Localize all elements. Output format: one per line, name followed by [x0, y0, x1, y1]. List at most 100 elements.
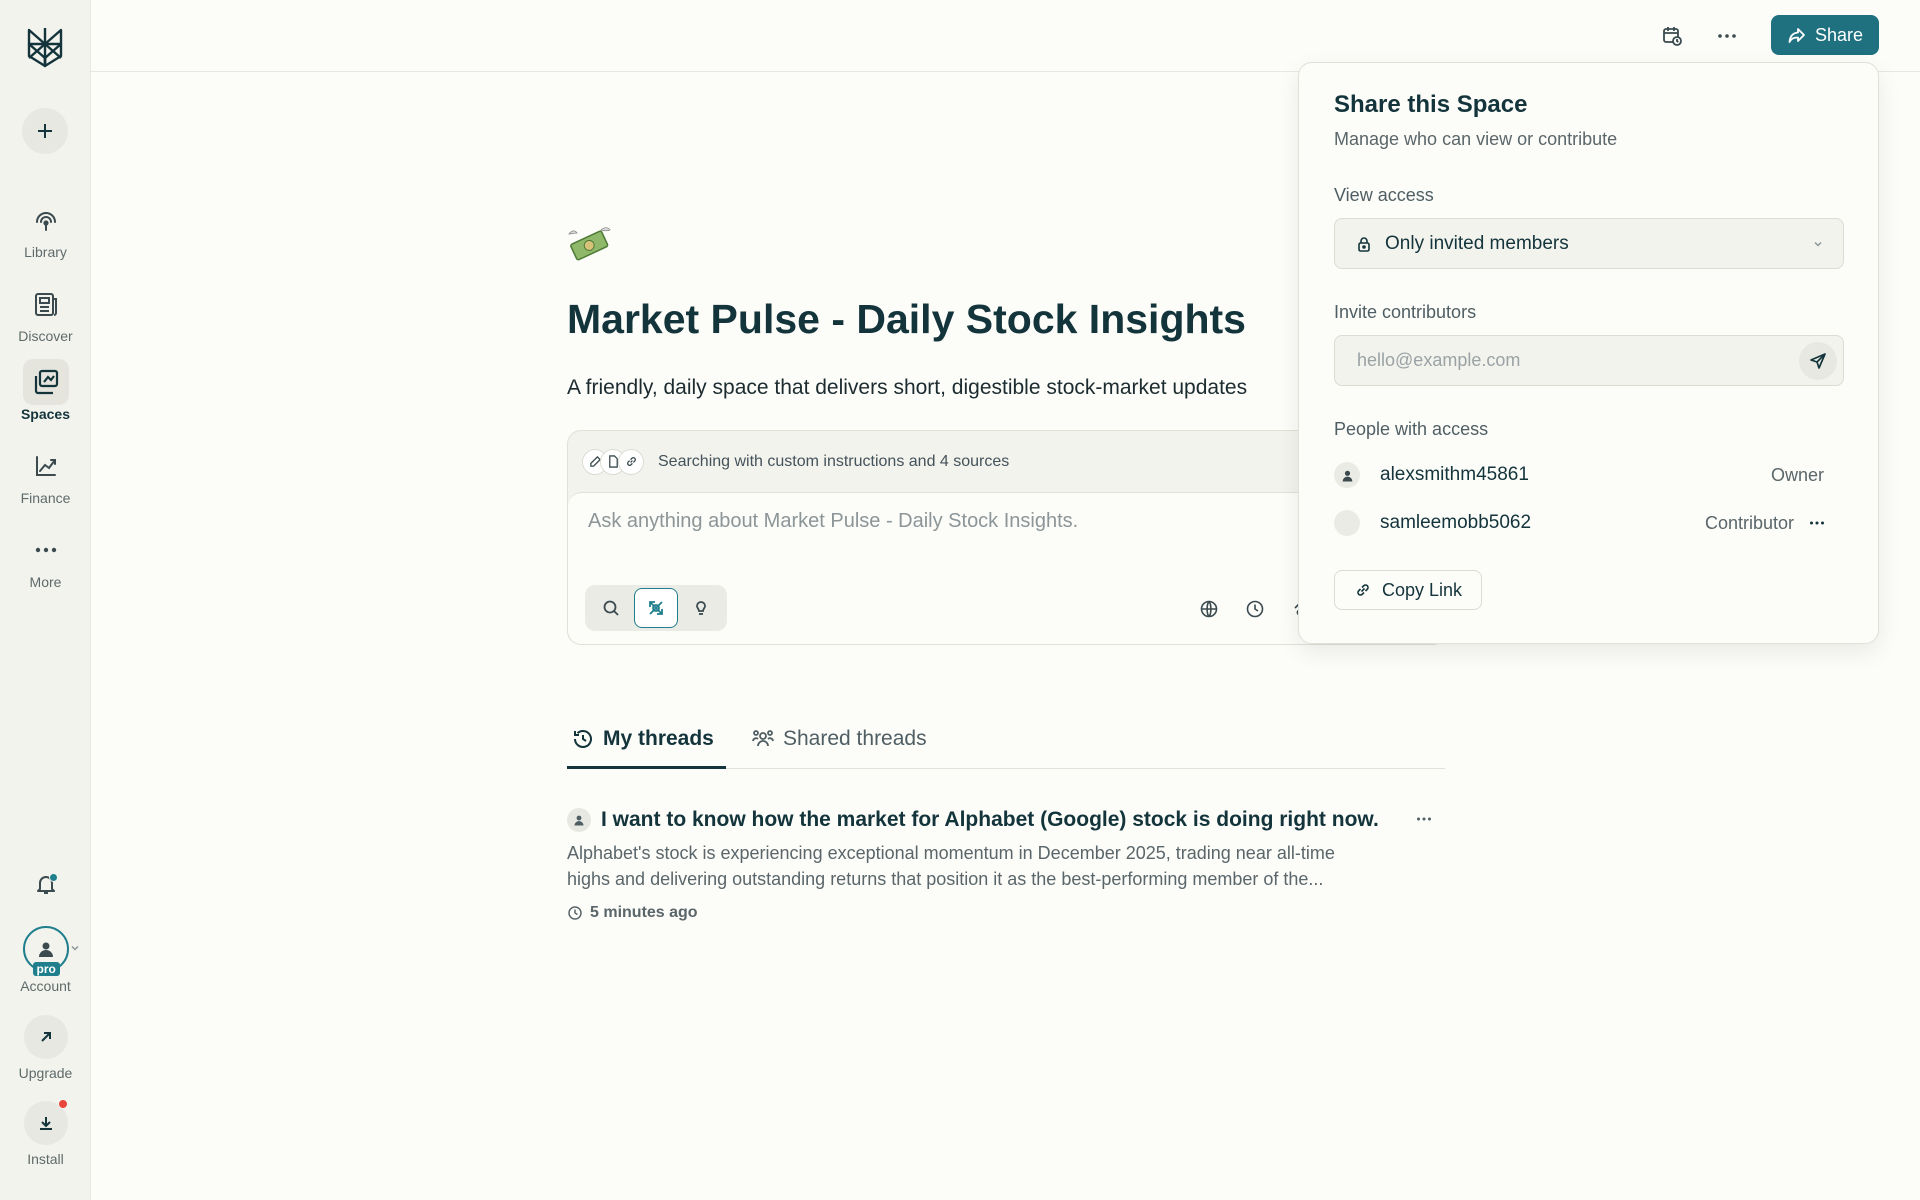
library-icon: [23, 197, 69, 243]
notification-dot: [57, 1099, 68, 1109]
ellipsis-icon: [1718, 34, 1736, 38]
thread-snippet-line: highs and delivering outstanding returns…: [567, 869, 1324, 889]
view-access-label: View access: [1334, 185, 1434, 205]
person-name: alexsmithm45861: [1380, 464, 1529, 485]
sidebar-item-more[interactable]: More: [0, 527, 91, 590]
invite-field-container: [1334, 335, 1844, 386]
space-description: A friendly, daily space that delivers sh…: [567, 376, 1248, 399]
account-button[interactable]: pro Account: [0, 926, 91, 994]
users-icon: [752, 729, 774, 746]
pro-badge: pro: [32, 962, 60, 976]
space-emoji-icon: [566, 222, 612, 268]
person-row: alexsmithm45861 Owner: [1334, 460, 1844, 490]
thread-more-button[interactable]: [1415, 810, 1433, 833]
avatar: [1334, 510, 1360, 536]
spaces-icon: [22, 359, 69, 405]
invite-email-field[interactable]: [1355, 349, 1775, 372]
lock-icon: [1358, 236, 1370, 252]
sidebar-item-discover[interactable]: Discover: [0, 281, 91, 344]
thread-title-row[interactable]: I want to know how the market for Alphab…: [567, 808, 1445, 832]
user-icon: [38, 942, 53, 957]
notifications-button[interactable]: [26, 864, 66, 904]
view-access-select[interactable]: Only invited members: [1334, 218, 1844, 269]
download-icon: [23, 1099, 68, 1145]
sidebar-item-label: Spaces: [20, 406, 71, 422]
labs-mode-button[interactable]: [680, 588, 723, 628]
copy-link-label: Copy Link: [1381, 579, 1463, 600]
search-mode-toggle: [585, 585, 727, 631]
plus-icon: [38, 124, 52, 138]
invite-label: Invite contributors: [1334, 302, 1477, 322]
globe-icon: [1200, 600, 1218, 618]
person-more-button[interactable]: [1808, 514, 1826, 537]
popover-subtitle: Manage who can view or contribute: [1334, 129, 1618, 149]
search-icon: [603, 600, 619, 616]
thread-snippet: Alphabet's stock is experiencing excepti…: [567, 840, 1417, 892]
search-mode-button[interactable]: [589, 588, 632, 628]
user-icon: [1342, 470, 1352, 481]
person-row: samleemobb5062 Contributor: [1334, 508, 1844, 538]
research-icon: [649, 601, 663, 615]
active-tab-indicator: [567, 766, 726, 769]
tab-label: My threads: [603, 726, 714, 750]
tab-shared-threads[interactable]: Shared threads: [751, 708, 927, 769]
sidebar-item-spaces[interactable]: Spaces: [0, 359, 91, 422]
chevron-down-icon: [71, 945, 79, 951]
share-button[interactable]: Share: [1771, 15, 1879, 55]
send-invite-button[interactable]: [1799, 342, 1837, 380]
thread-time-text: 5 minutes ago: [590, 904, 698, 921]
chevron-down-icon: [1814, 241, 1822, 247]
thread-title[interactable]: I want to know how the market for Alphab…: [601, 808, 1379, 832]
history-icon: [574, 729, 592, 748]
upgrade-button[interactable]: Upgrade: [0, 1015, 91, 1081]
sidebar: Library Discover Spaces Finance More pro…: [0, 0, 91, 1200]
share-popover: Share this Space Manage who can view or …: [1298, 62, 1879, 644]
perplexity-logo-icon[interactable]: [22, 24, 68, 70]
source-icons: [582, 448, 644, 475]
web-sources-button[interactable]: [1193, 593, 1225, 625]
popover-title: Share this Space: [1334, 91, 1528, 118]
research-mode-button[interactable]: [634, 588, 678, 628]
schedule-button[interactable]: [1654, 18, 1690, 54]
sidebar-item-label: Finance: [20, 490, 71, 506]
arrow-up-right-icon: [23, 1015, 68, 1059]
link-icon: [618, 448, 644, 475]
finance-icon: [23, 443, 69, 489]
sidebar-item-library[interactable]: Library: [0, 197, 91, 260]
install-button[interactable]: Install: [0, 1099, 91, 1167]
list-item[interactable]: I want to know how the market for Alphab…: [567, 808, 1445, 922]
sidebar-item-label: Discover: [18, 328, 73, 344]
people-with-access-label: People with access: [1334, 419, 1489, 439]
share-arrow-icon: [1788, 28, 1805, 43]
link-icon: [1357, 584, 1369, 596]
tab-my-threads[interactable]: My threads: [571, 708, 714, 769]
install-label: Install: [27, 1151, 64, 1167]
send-icon: [1810, 353, 1826, 369]
tab-label: Shared threads: [783, 726, 927, 750]
new-thread-button[interactable]: [22, 108, 68, 154]
copy-link-button[interactable]: Copy Link: [1334, 570, 1482, 610]
discover-icon: [23, 281, 69, 327]
sidebar-item-finance[interactable]: Finance: [0, 443, 91, 506]
notification-dot: [49, 873, 58, 882]
ellipsis-icon: [1417, 817, 1431, 821]
ask-input[interactable]: [586, 509, 1406, 534]
account-label: Account: [20, 978, 71, 994]
person-name: samleemobb5062: [1380, 512, 1532, 533]
thread-timestamp: 5 minutes ago: [567, 904, 1445, 922]
clock-icon: [568, 906, 582, 920]
lightbulb-icon: [696, 601, 707, 615]
more-icon: [23, 527, 69, 573]
avatar: [1334, 462, 1360, 488]
thread-snippet-line: Alphabet's stock is experiencing excepti…: [567, 843, 1335, 863]
person-role: Contributor: [1704, 512, 1794, 533]
history-button[interactable]: [1239, 593, 1271, 625]
user-icon: [567, 808, 591, 832]
clock-icon: [1246, 600, 1264, 618]
sidebar-item-label: More: [29, 574, 62, 590]
more-options-button[interactable]: [1709, 18, 1745, 54]
upgrade-label: Upgrade: [18, 1065, 73, 1081]
share-button-label: Share: [1814, 24, 1864, 45]
thread-tabs: My threads Shared threads: [567, 708, 1445, 769]
page-title: Market Pulse - Daily Stock Insights: [567, 296, 1246, 342]
